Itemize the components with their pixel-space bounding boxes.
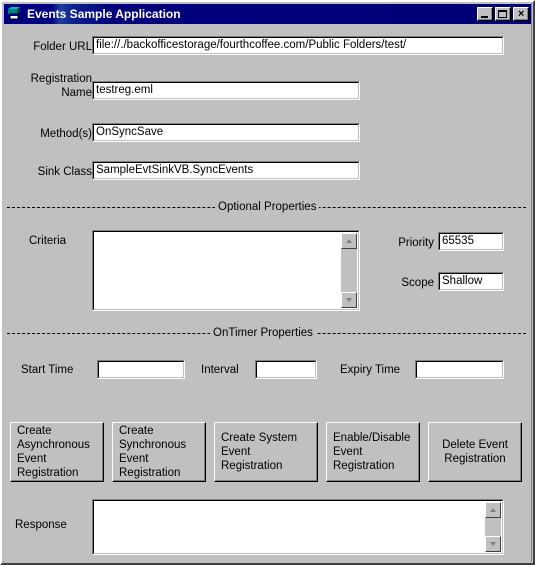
folder-url-value: file://./backofficestorage/fourthcoffee.… (96, 39, 407, 51)
scroll-up-icon[interactable] (485, 502, 501, 518)
criteria-scrollbar[interactable] (341, 233, 357, 308)
registration-name-label: Registration Name (30, 73, 92, 99)
sink-class-label: Sink Class (37, 166, 92, 178)
folder-url-input[interactable]: file://./backofficestorage/fourthcoffee.… (92, 36, 504, 55)
expiry-time-input[interactable] (415, 360, 504, 379)
folder-url-label: Folder URL (33, 41, 92, 53)
methods-input[interactable]: OnSyncSave (92, 123, 360, 142)
registration-name-value: testreg.eml (96, 84, 153, 96)
close-icon: × (517, 8, 525, 20)
minimize-button[interactable] (477, 7, 493, 21)
scroll-up-icon[interactable] (341, 233, 357, 249)
scroll-down-icon[interactable] (341, 292, 357, 308)
start-time-label: Start Time (21, 364, 74, 376)
interval-label: Interval (201, 364, 239, 376)
create-asynchronous-event-registration-button[interactable]: Create Asynchronous Event Registration (10, 422, 104, 482)
registration-name-input[interactable]: testreg.eml (92, 81, 360, 100)
create-system-event-registration-button[interactable]: Create System Event Registration (214, 422, 318, 482)
enable-disable-event-registration-button[interactable]: Enable/Disable Event Registration (326, 422, 420, 482)
scope-label: Scope (401, 277, 434, 289)
delete-event-registration-button[interactable]: Delete Event Registration (428, 422, 522, 482)
expiry-time-label: Expiry Time (340, 364, 401, 376)
priority-input[interactable]: 65535 (438, 232, 504, 251)
ontimer-properties-caption: OnTimer Properties (210, 327, 316, 339)
response-scrollbar[interactable] (485, 502, 501, 552)
response-textarea[interactable] (92, 499, 504, 555)
criteria-textarea[interactable] (92, 230, 360, 311)
application-window: Events Sample Application × Folder URL f… (0, 0, 535, 565)
optional-properties-caption: Optional Properties (215, 201, 320, 213)
scroll-down-icon[interactable] (485, 536, 501, 552)
response-label: Response (15, 519, 67, 531)
scope-value: Shallow (442, 275, 483, 287)
create-synchronous-event-registration-button[interactable]: Create Synchronous Event Registration (112, 422, 206, 482)
window-controls: × (477, 7, 530, 21)
response-scroll-track[interactable] (485, 518, 501, 536)
window-title: Events Sample Application (27, 7, 181, 21)
methods-value: OnSyncSave (96, 126, 164, 138)
title-bar[interactable]: Events Sample Application × (4, 4, 531, 24)
maximize-button[interactable] (495, 7, 511, 21)
criteria-scroll-track[interactable] (341, 249, 357, 292)
scope-input[interactable]: Shallow (438, 272, 504, 291)
interval-input[interactable] (255, 360, 317, 379)
start-time-input[interactable] (97, 360, 185, 379)
sink-class-input[interactable]: SampleEvtSinkVB.SyncEvents (92, 161, 360, 180)
vb-form-icon (7, 6, 23, 22)
close-button[interactable]: × (513, 7, 529, 21)
methods-label: Method(s) (40, 128, 92, 140)
priority-label: Priority (398, 237, 434, 249)
priority-value: 65535 (442, 235, 474, 247)
sink-class-value: SampleEvtSinkVB.SyncEvents (96, 164, 254, 176)
form-client-area: Folder URL file://./backofficestorage/fo… (4, 24, 531, 563)
criteria-label: Criteria (29, 235, 67, 247)
